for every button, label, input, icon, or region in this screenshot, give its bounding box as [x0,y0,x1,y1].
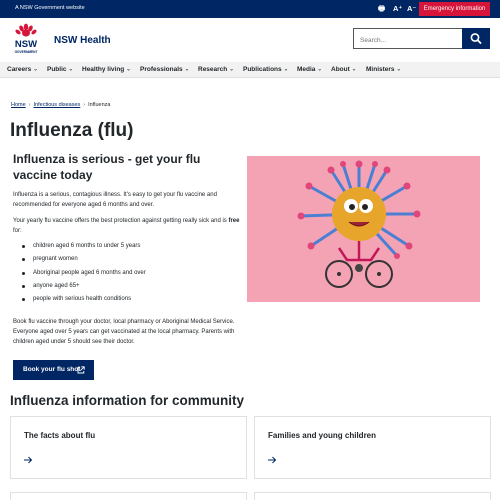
decrease-font-button[interactable]: A⁻ [407,4,416,14]
arrow-right-icon [268,456,277,464]
page-title: Influenza (flu) [10,120,134,141]
increase-font-button[interactable]: A⁺ [393,4,402,14]
search-icon [470,33,482,44]
book-flu-shot-label: Book your flu shot [23,366,81,373]
nsw-waratah-logo[interactable]: NSW GOVERNMENT [11,22,41,58]
booking-info-text: Book flu vaccine through your doctor, lo… [13,319,235,345]
logo-nsw-text: NSW [15,39,37,50]
search-input[interactable] [354,31,462,50]
print-icon[interactable]: 🖶 [378,4,385,14]
nav-item-research[interactable]: Research ⌄ [198,66,234,73]
nav-item-about[interactable]: About ⌄ [331,66,356,73]
nav-item-public[interactable]: Public ⌄ [47,66,73,73]
chevron-down-icon: ⌄ [283,66,289,73]
breadcrumb-current: Influenza [88,102,111,108]
list-item: Aboriginal people aged 6 months and over [22,270,146,283]
chevron-down-icon: ⌄ [396,66,402,73]
nav-item-careers[interactable]: Careers ⌄ [7,66,38,73]
card-partial[interactable] [254,492,491,500]
chevron-down-icon: ⌄ [317,66,323,73]
arrow-right-icon [24,456,33,464]
section-title: Influenza information for community [10,393,245,408]
breadcrumb-separator-icon: › [28,102,31,108]
breadcrumb: Home › Infectious diseases › Influenza [11,102,110,108]
chevron-down-icon: ⌄ [351,66,357,73]
nav-item-healthy-living[interactable]: Healthy living ⌄ [82,66,131,73]
site-header: NSW GOVERNMENT NSW Health [0,18,500,62]
card-facts-about-flu[interactable]: The facts about flu [10,416,247,479]
chevron-down-icon: ⌄ [33,66,38,73]
hero-intro-text: Influenza is a serious, contagious illne… [13,192,217,208]
emergency-information-button[interactable]: Emergency information [419,2,490,16]
hero-title: Influenza is serious - get your flu vacc… [13,152,201,182]
list-item: anyone aged 65+ [22,283,146,296]
site-brand-name[interactable]: NSW Health [54,35,111,46]
virus-on-tricycle-image [297,160,421,288]
nav-item-media[interactable]: Media ⌄ [297,66,322,73]
hero-offer-text: Your yearly flu vaccine offers the best … [13,218,240,234]
government-website-label: A NSW Government website [15,5,85,11]
search-button[interactable] [462,28,490,49]
card-title: The facts about flu [24,431,96,440]
nav-item-ministers[interactable]: Ministers ⌄ [366,66,401,73]
external-link-icon [77,366,85,374]
search-box[interactable] [353,28,462,50]
book-flu-shot-button[interactable]: Book your flu shot [13,360,94,380]
breadcrumb-infectious-diseases-link[interactable]: Infectious diseases [34,102,81,108]
chevron-down-icon: ⌄ [126,66,131,73]
flu-virus-illustration [247,156,480,302]
nav-item-professionals[interactable]: Professionals ⌄ [140,66,189,73]
card-partial[interactable] [10,492,247,500]
chevron-down-icon: ⌄ [229,66,234,73]
government-masthead: A NSW Government website 🖶 A⁺ A⁻ Emergen… [0,0,500,18]
logo-government-text: GOVERNMENT [15,50,38,54]
card-title: Families and young children [268,431,377,440]
breadcrumb-separator-icon: › [83,102,86,108]
nav-item-publications[interactable]: Publications ⌄ [243,66,288,73]
list-item: pregnant women [22,256,146,269]
eligibility-list: children aged 6 months to under 5 years … [22,243,146,309]
card-families-young-children[interactable]: Families and young children [254,416,491,479]
breadcrumb-home-link[interactable]: Home [11,102,26,108]
chevron-down-icon: ⌄ [68,66,74,73]
list-item: children aged 6 months to under 5 years [22,243,146,256]
list-item: people with serious health conditions [22,296,146,309]
chevron-down-icon: ⌄ [184,66,190,73]
main-navigation: Careers ⌄ Public ⌄ Healthy living ⌄ Profess… [0,62,500,78]
